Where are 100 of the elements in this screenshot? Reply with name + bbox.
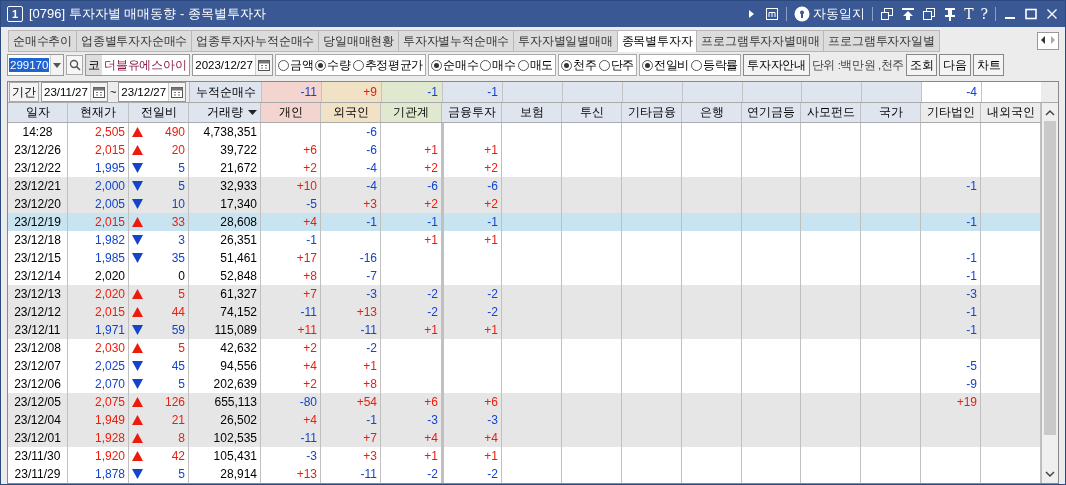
column-header[interactable]: 기관계	[381, 103, 442, 122]
column-header[interactable]: 투신	[562, 103, 622, 122]
market-label: 코	[86, 55, 103, 75]
radio-option[interactable]: 단주	[598, 57, 634, 73]
tab[interactable]: 투자자별일별매매	[513, 30, 618, 52]
upload-icon[interactable]	[901, 7, 916, 21]
table-cell: -2	[442, 465, 502, 483]
calendar-icon	[171, 86, 184, 98]
column-header[interactable]: 사모펀드	[801, 103, 861, 122]
table-row[interactable]: 23/12/05 2,075 126 655,113 -80 +54 +6 +6 +19	[8, 393, 1041, 411]
radio-button[interactable]	[277, 59, 289, 71]
window-number: 1	[7, 6, 23, 22]
column-header[interactable]: 내외국인	[981, 103, 1041, 122]
scroll-down-icon	[1045, 470, 1055, 478]
column-header[interactable]: 개인	[261, 103, 321, 122]
volume-cell: 28,914	[189, 465, 261, 483]
summary-cell: -1	[381, 82, 442, 102]
radio-option[interactable]: 수량	[315, 57, 351, 73]
radio-option[interactable]: 천주	[561, 57, 597, 73]
column-header[interactable]: 현재가	[68, 103, 129, 122]
radio-option[interactable]: 추정평균가	[352, 57, 424, 73]
column-header[interactable]: 보험	[502, 103, 562, 122]
search-button[interactable]	[66, 55, 84, 75]
radio-button[interactable]	[352, 59, 364, 71]
pin-icon[interactable]	[943, 7, 958, 21]
stock-code-field[interactable]: 299170	[7, 54, 65, 76]
column-header[interactable]: 기타금융	[622, 103, 682, 122]
action-button[interactable]: 조회	[906, 54, 938, 76]
copy-window-icon[interactable]	[922, 7, 937, 21]
close-icon[interactable]	[1045, 7, 1059, 21]
toolbar-letter[interactable]: T	[964, 7, 974, 21]
action-button[interactable]: 차트	[972, 54, 1005, 76]
scrollbar[interactable]	[1041, 103, 1058, 483]
radio-option[interactable]: 전일비	[641, 57, 689, 73]
tab[interactable]: 종목별투자자	[616, 30, 698, 52]
radio-button[interactable]	[598, 59, 610, 71]
tab[interactable]: 프로그램투자자일별	[823, 30, 940, 52]
tab[interactable]: 프로그램투자자별매매	[696, 30, 825, 52]
table-row[interactable]: 23/12/19 2,015 33 28,608 +4 -1 -1 -1 -1	[8, 213, 1041, 231]
summary-cell	[682, 82, 742, 102]
column-header[interactable]: 연기금등	[742, 103, 801, 122]
radio-option[interactable]: 등락률	[691, 57, 739, 73]
radio-button[interactable]	[480, 59, 492, 71]
investor-guide-button[interactable]: 투자자안내	[743, 54, 810, 76]
summary-cell	[861, 82, 921, 102]
column-header[interactable]: 전일비	[129, 103, 189, 122]
radio-button[interactable]	[641, 59, 653, 71]
table-row[interactable]: 23/12/20 2,005 10 17,340 -5 +3 +2 +2	[8, 195, 1041, 213]
radio-option[interactable]: 매수	[480, 57, 516, 73]
radio-option[interactable]: 금액	[277, 57, 314, 73]
box-icon[interactable]	[765, 7, 780, 21]
table-row[interactable]: 23/12/01 1,928 8 102,535 -11 +7 +4 +4	[8, 429, 1041, 447]
start-date-field[interactable]: 23/11/27	[41, 82, 108, 102]
table-row[interactable]: 23/12/04 1,949 21 26,502 +4 -1 -3 -3	[8, 411, 1041, 429]
column-header[interactable]: 외국인	[321, 103, 381, 122]
tab[interactable]: 업종별투자자순매수	[76, 30, 193, 52]
end-date-field[interactable]: 23/12/27	[118, 82, 187, 102]
journal-button[interactable]: 자동일지	[794, 5, 866, 23]
tab[interactable]: 투자자별누적순매수	[398, 30, 515, 52]
action-button[interactable]: 다음	[939, 54, 971, 76]
date-cell: 23/11/29	[8, 465, 68, 483]
radio-button[interactable]	[561, 59, 573, 71]
dropdown-icon	[53, 62, 62, 68]
windows-icon[interactable]	[880, 7, 895, 21]
date-field[interactable]: 2023/12/27	[192, 54, 273, 76]
keyhole-icon	[794, 6, 811, 22]
column-header[interactable]: 국가	[861, 103, 921, 122]
summary-cell: -4	[921, 82, 981, 102]
radio-button[interactable]	[517, 59, 529, 71]
maximize-icon[interactable]	[1024, 7, 1038, 21]
column-header[interactable]: 은행	[682, 103, 742, 122]
radio-option[interactable]: 매도	[517, 57, 554, 73]
radio-option[interactable]: 순매수	[431, 57, 479, 73]
tab[interactable]: 업종투자자누적순매수	[191, 30, 320, 52]
stock-name-field[interactable]: 코 더블유에스아이	[85, 54, 191, 76]
summary-label: 누적순매수	[189, 82, 261, 102]
column-header[interactable]: 일자	[8, 103, 68, 122]
window-title: [0796] 투자자별 매매동향 - 종목별투자자	[29, 5, 266, 23]
tab[interactable]: 순매수추이	[8, 30, 77, 52]
price-cell: 1,878	[68, 465, 129, 483]
radio-button[interactable]	[691, 59, 702, 71]
table-row[interactable]: 23/12/12 2,015 44 74,152 -11 +13 -2 -2 -1	[8, 303, 1041, 321]
table-row[interactable]: 23/12/13 2,020 5 61,327 +7 -3 -2 -2 -3	[8, 285, 1041, 303]
summary-cell	[742, 82, 801, 102]
radio-button[interactable]	[431, 59, 443, 71]
table-row[interactable]: 23/12/21 2,000 5 32,933 +10 -4 -6 -6 -1	[8, 177, 1041, 195]
table-cell: -2	[381, 465, 442, 483]
radio-button[interactable]	[315, 59, 327, 71]
toolbar-letter[interactable]: ?	[980, 7, 988, 21]
summary-cell	[622, 82, 682, 102]
column-header[interactable]: 기타법인	[921, 103, 981, 122]
calendar-icon	[257, 59, 270, 71]
column-header[interactable]: 거래량	[189, 103, 261, 122]
tab[interactable]: 당일매매현황	[318, 30, 400, 52]
table-row[interactable]: 23/12/11 1,971 59 115,089 +11 -11 +1 +1 -1	[8, 321, 1041, 339]
scroll-up-icon	[1045, 108, 1055, 116]
table-cell: +13	[261, 465, 321, 483]
column-header[interactable]: 금융투자	[442, 103, 502, 122]
summary-cell: -11	[261, 82, 321, 102]
sort-dropdown-icon[interactable]	[248, 108, 257, 117]
